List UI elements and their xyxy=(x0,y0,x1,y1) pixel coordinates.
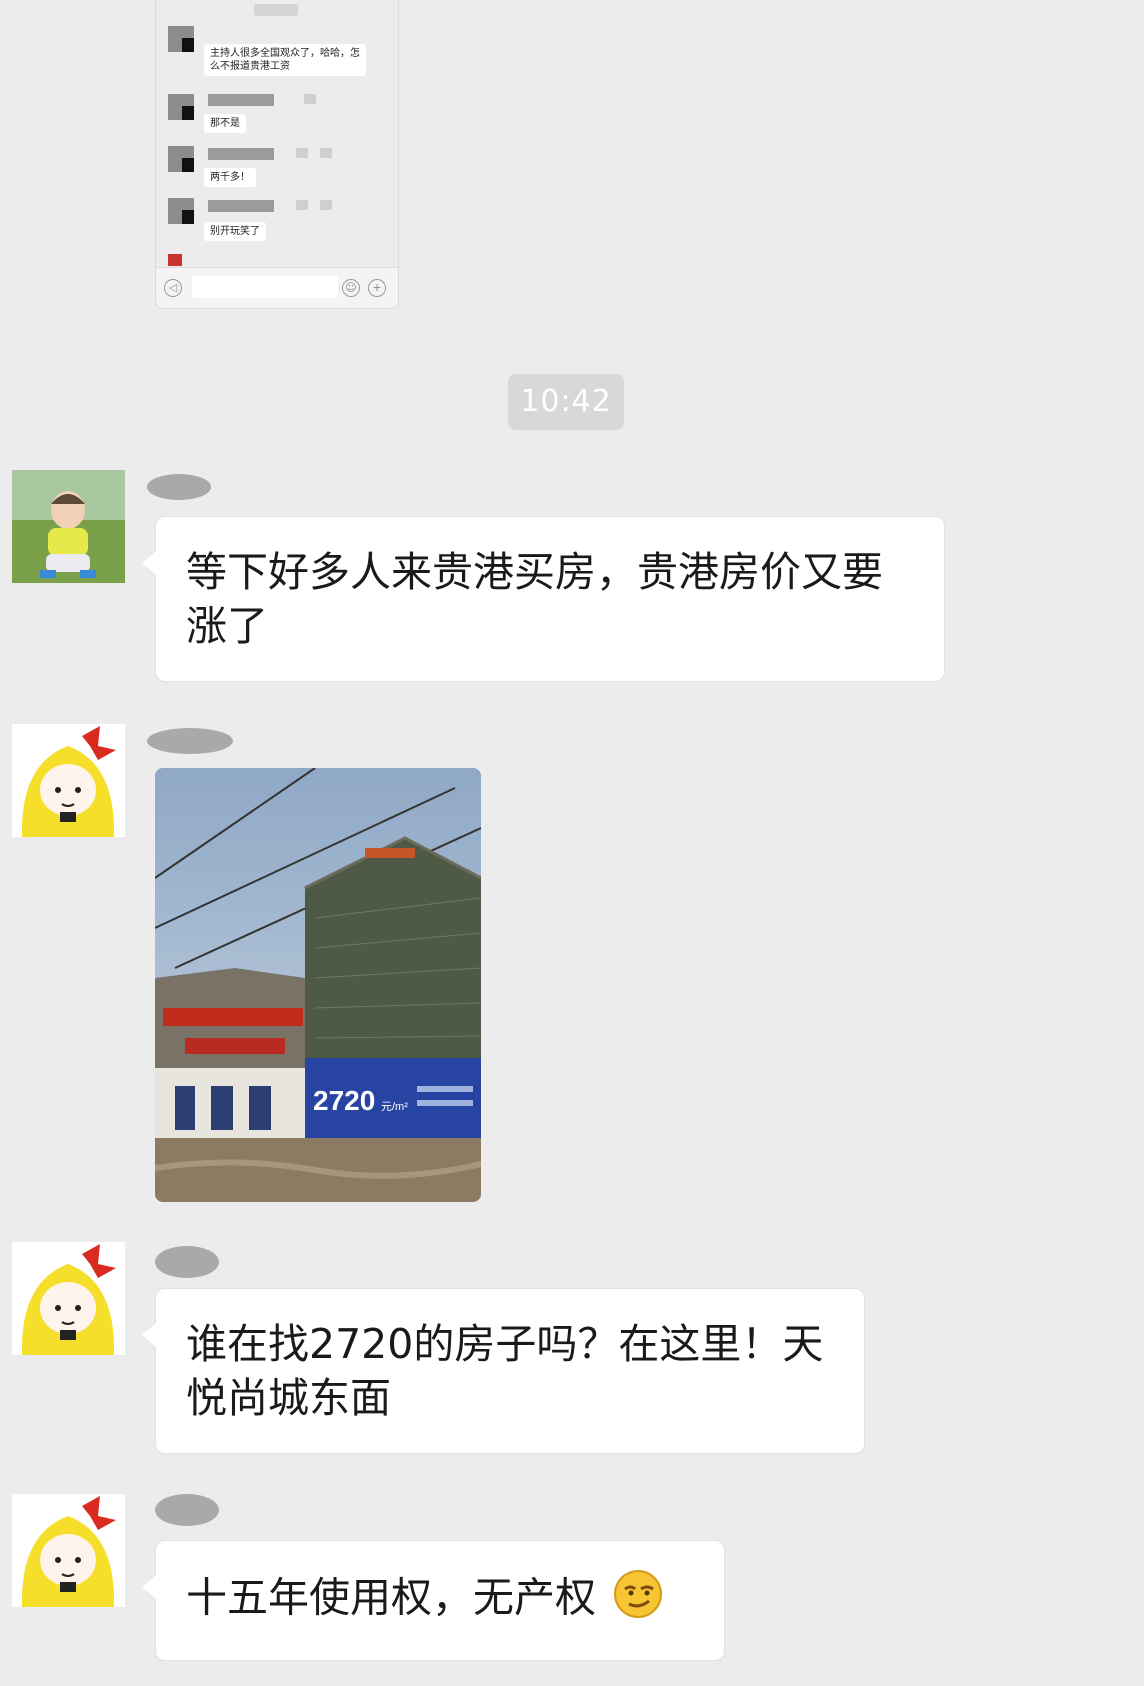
blurred-name xyxy=(304,94,316,104)
avatar xyxy=(168,26,194,52)
message-text: 等下好多人来贵港买房，贵港房价又要涨了 xyxy=(186,548,883,650)
building-photo-icon: 2720 元/m² xyxy=(155,768,481,1202)
plus-icon: + xyxy=(368,279,386,297)
avatar xyxy=(168,198,194,224)
sender-name-blurred xyxy=(147,728,233,754)
child-avatar-icon xyxy=(12,470,125,583)
avatar[interactable] xyxy=(12,470,125,583)
message-text: 十五年使用权，无产权 xyxy=(186,1573,596,1622)
message-bubble[interactable]: 十五年使用权，无产权 xyxy=(142,1540,725,1661)
avatar xyxy=(168,146,194,172)
avatar[interactable] xyxy=(12,1494,125,1607)
image-price-unit: 元/m² xyxy=(381,1101,408,1113)
message-bubble[interactable]: 谁在找2720的房子吗？在这里！天悦尚城东面 xyxy=(142,1288,865,1454)
blurred-name xyxy=(320,200,332,210)
message-bubble[interactable]: 等下好多人来贵港买房，贵港房价又要涨了 xyxy=(142,516,945,682)
anime-girl-avatar-icon xyxy=(12,1242,125,1355)
embedded-message: 主持人很多全国观众了，哈哈，怎么不报道贵港工资 xyxy=(204,44,366,76)
emoji-icon: ☺ xyxy=(342,279,360,297)
avatar xyxy=(168,94,194,120)
blurred-name xyxy=(208,200,274,212)
avatar[interactable] xyxy=(12,1242,125,1355)
blurred-name xyxy=(208,94,274,106)
embedded-message: 两千多！ xyxy=(204,168,256,187)
embedded-message: 别开玩笑了 xyxy=(204,222,266,241)
sender-name-blurred xyxy=(155,1494,219,1526)
embedded-message: 那不是 xyxy=(204,114,246,133)
blurred-name xyxy=(208,148,274,160)
avatar[interactable] xyxy=(12,724,125,837)
message-image[interactable]: 2720 元/m² xyxy=(155,768,481,1202)
voice-icon: ◁ xyxy=(164,279,182,297)
anime-girl-avatar-icon xyxy=(12,724,125,837)
blurred-name xyxy=(320,148,332,158)
embedded-chat-screenshot[interactable]: 主持人很多全国观众了，哈哈，怎么不报道贵港工资 那不是 两千多！ 别开玩笑了 ◁… xyxy=(155,0,399,309)
blurred-name xyxy=(296,200,308,210)
embedded-input xyxy=(192,276,338,298)
image-price-text: 2720 xyxy=(313,1085,375,1116)
embedded-input-bar: ◁ ☺ + xyxy=(156,267,398,308)
embedded-timestamp xyxy=(254,4,298,16)
smirk-emoji-icon xyxy=(613,1569,663,1632)
blurred-name xyxy=(296,148,308,158)
anime-girl-avatar-icon xyxy=(12,1494,125,1607)
sender-name-blurred xyxy=(155,1246,219,1278)
sender-name-blurred xyxy=(147,474,211,500)
avatar xyxy=(168,254,182,266)
timestamp: 10:42 xyxy=(508,374,624,430)
message-text: 谁在找2720的房子吗？在这里！天悦尚城东面 xyxy=(186,1320,824,1422)
